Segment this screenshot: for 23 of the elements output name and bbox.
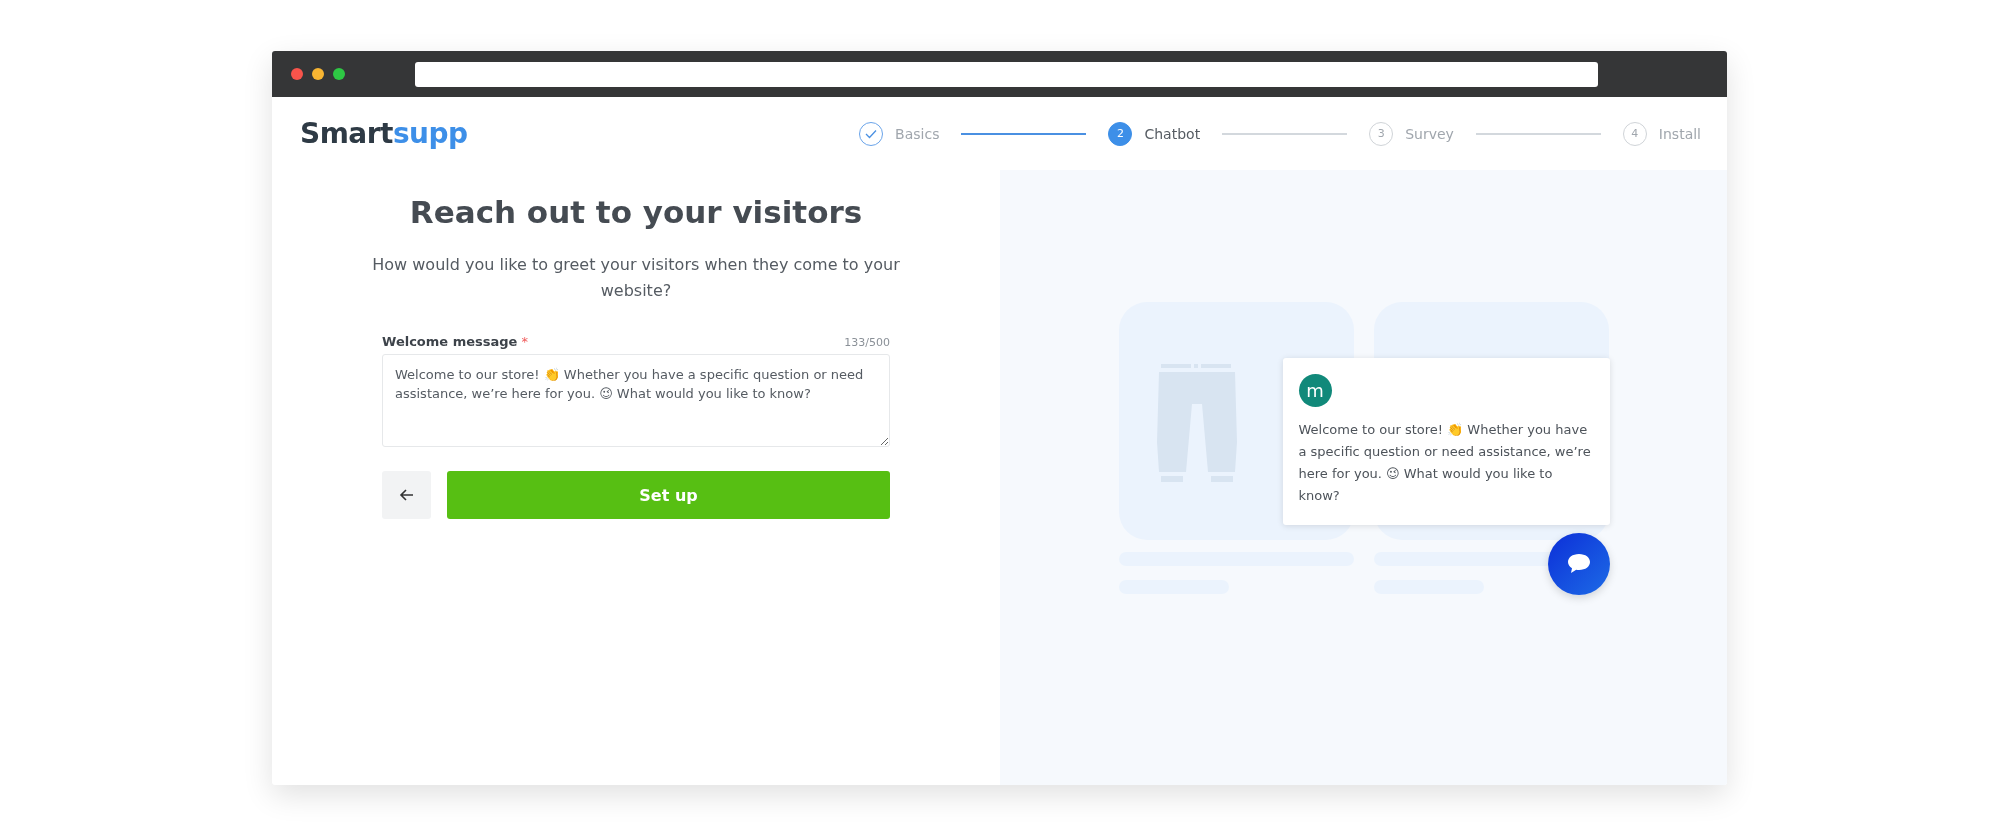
character-counter: 133/500 — [844, 336, 890, 349]
page-subtitle: How would you like to greet your visitors when they come to your website? — [372, 254, 900, 302]
field-label: Welcome message — [382, 334, 518, 349]
step-tab[interactable]: 2 Chatbot — [1108, 121, 1201, 146]
agent-avatar: m — [1298, 374, 1332, 407]
logo: Smartsupp — [300, 117, 468, 150]
speech-bubble-icon — [1565, 552, 1592, 576]
step-tab[interactable]: 4 Install — [1622, 121, 1701, 146]
message-field[interactable]: Welcome to our store! 👏 Whether you have a specific question or need assistance, we’re here for you. 😉 What would you like to know? — [382, 354, 890, 447]
page-title: Reach out to your visitors — [408, 194, 864, 230]
close-window-icon[interactable] — [291, 68, 303, 80]
chat-button[interactable] — [1547, 533, 1610, 595]
step-tab[interactable]: 3 Survey — [1369, 121, 1454, 146]
required-mark: * — [521, 334, 528, 349]
back-button[interactable] — [382, 471, 431, 519]
set-up-button[interactable]: Set up — [447, 471, 890, 519]
minimize-window-icon[interactable] — [312, 68, 324, 80]
address-bar[interactable] — [415, 61, 1598, 87]
maximize-window-icon[interactable] — [333, 68, 345, 80]
step-number: 2 — [1108, 121, 1133, 146]
step-tab[interactable]: Basics — [859, 121, 940, 146]
chat-message: Welcome to our store! 👏 Whether you have a specific question or need assistance, we’re here for you. 😉 What would you like to know? — [1298, 421, 1592, 505]
arrow-left-icon — [398, 487, 415, 503]
